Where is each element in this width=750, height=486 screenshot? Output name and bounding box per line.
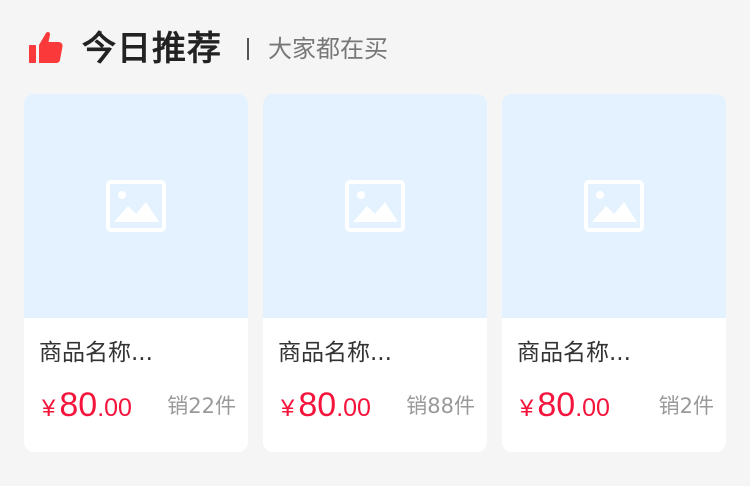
image-placeholder-icon: [345, 180, 405, 232]
price-integer: 80: [59, 386, 98, 424]
section-subtitle: 大家都在买: [268, 35, 388, 63]
price-decimal: .00: [336, 394, 371, 422]
sales-count: 销88件: [406, 394, 475, 418]
product-card[interactable]: 商品名称... ¥80.00 销88件: [263, 94, 487, 452]
thumbs-up-icon: [29, 31, 63, 63]
product-price: ¥80.00: [520, 385, 610, 432]
product-name[interactable]: 商品名称...: [517, 336, 631, 370]
image-placeholder-icon: [106, 180, 166, 232]
price-integer: 80: [537, 386, 576, 424]
title-divider: [247, 38, 249, 60]
product-image[interactable]: [24, 94, 248, 318]
product-name[interactable]: 商品名称...: [39, 336, 153, 370]
product-image[interactable]: [502, 94, 726, 318]
image-placeholder-icon: [584, 180, 644, 232]
currency-symbol: ¥: [42, 395, 56, 422]
product-card[interactable]: 商品名称... ¥80.00 销22件: [24, 94, 248, 452]
price-integer: 80: [298, 386, 337, 424]
product-card[interactable]: 商品名称... ¥80.00 销2件: [502, 94, 726, 452]
product-image[interactable]: [263, 94, 487, 318]
price-decimal: .00: [97, 394, 132, 422]
price-decimal: .00: [575, 394, 610, 422]
section-title: 今日推荐: [82, 29, 222, 69]
sales-count: 销22件: [167, 394, 236, 418]
sales-count: 销2件: [658, 394, 714, 418]
currency-symbol: ¥: [520, 395, 534, 422]
product-price: ¥80.00: [42, 385, 132, 432]
product-name[interactable]: 商品名称...: [278, 336, 392, 370]
product-list: 商品名称... ¥80.00 销22件 商品名称... ¥80.00 销88件: [24, 94, 726, 452]
product-price: ¥80.00: [281, 385, 371, 432]
currency-symbol: ¥: [281, 395, 295, 422]
section-header: 今日推荐 大家都在买: [0, 0, 750, 94]
